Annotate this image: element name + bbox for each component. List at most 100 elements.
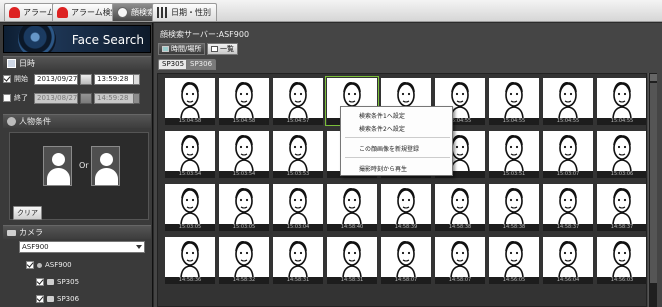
- tree-checkbox[interactable]: [26, 261, 34, 269]
- thumbnail-timestamp: 14:58:38: [435, 224, 485, 231]
- start-time-field[interactable]: 13:59:28: [94, 73, 134, 85]
- face-sketch-icon: [612, 241, 632, 280]
- start-date-field[interactable]: 2013/09/27: [34, 73, 78, 85]
- end-time-field[interactable]: 14:59:28: [94, 92, 134, 104]
- tab-camera-sp305[interactable]: SP305: [158, 59, 189, 70]
- menu-item-play-from-time[interactable]: 撮影時刻から再生: [359, 164, 407, 173]
- thumbnail-timestamp: 15:03:04: [273, 224, 323, 231]
- start-checkbox[interactable]: [3, 75, 11, 83]
- person-condition-box: Or クリア: [9, 132, 149, 220]
- face-sketch-icon: [234, 241, 254, 280]
- face-sketch-icon: [288, 241, 308, 280]
- face-sketch-icon: [504, 241, 524, 280]
- menu-item-set-condition-1[interactable]: 検索条件1へ設定: [359, 111, 405, 120]
- tree-checkbox[interactable]: [36, 295, 44, 303]
- thumbnail-timestamp: 15:04:55: [543, 118, 593, 125]
- thumbnail-timestamp: 14:58:36: [165, 277, 215, 284]
- face-sketch-icon: [504, 82, 524, 121]
- thumbnail-timestamp: 14:58:07: [435, 277, 485, 284]
- tab-time-place-label: 時間/場所: [171, 45, 202, 53]
- thumbnail-timestamp: 15:03:06: [597, 171, 646, 178]
- thumbnail-timestamp: 15:04:58: [219, 118, 269, 125]
- camera-icon: [7, 229, 16, 236]
- person-slot-1[interactable]: [43, 146, 72, 186]
- end-label: 終了: [14, 94, 28, 102]
- tab-camera-sp306[interactable]: SP306: [186, 59, 217, 70]
- face-sketch-icon: [612, 188, 632, 227]
- server-select-value: ASF900: [22, 243, 49, 251]
- scroll-up-icon[interactable]: [650, 74, 657, 81]
- face-sketch-icon: [396, 188, 416, 227]
- face-sketch-icon: [180, 188, 200, 227]
- time-place-icon: [162, 46, 169, 52]
- thumbnail-timestamp: 14:58:40: [327, 224, 377, 231]
- camera-section-title: カメラ: [19, 228, 43, 237]
- start-label: 開始: [14, 75, 28, 83]
- tab-list[interactable]: 一覧: [207, 43, 238, 55]
- thumbnail-timestamp: 15:04:57: [273, 118, 323, 125]
- face-sketch-icon: [342, 241, 362, 280]
- context-menu: 検索条件1へ設定 検索条件2へ設定 この顔画像を新規登録 撮影時刻から再生: [340, 106, 453, 176]
- thumbnail-timestamp: 14:56:03: [597, 277, 646, 284]
- face-sketch-icon: [234, 135, 254, 174]
- tree-item-asf900[interactable]: ASF900: [26, 258, 72, 272]
- face-sketch-icon: [180, 82, 200, 121]
- calendar-icon: [7, 59, 16, 68]
- face-sketch-icon: [234, 188, 254, 227]
- tab-time-place[interactable]: 時間/場所: [158, 43, 206, 55]
- face-sketch-icon: [288, 82, 308, 121]
- tab-stats-label: 日期・性別: [171, 8, 211, 17]
- face-sketch-icon: [450, 188, 470, 227]
- thumbnail-timestamp: 15:03:05: [165, 224, 215, 231]
- thumbnail-timestamp: 15:04:55: [489, 118, 539, 125]
- face-sketch-icon: [396, 241, 416, 280]
- menu-item-set-condition-2[interactable]: 検索条件2へ設定: [359, 124, 405, 133]
- tab-list-label: 一覧: [220, 45, 234, 53]
- face-sketch-icon: [558, 82, 578, 121]
- clear-button[interactable]: クリア: [13, 206, 42, 220]
- tree-item-sp305[interactable]: SP305: [36, 275, 79, 289]
- camera-lens-icon: [18, 26, 56, 52]
- end-row: 終了 2013/08/27 14:59:28: [3, 91, 140, 105]
- end-calendar-button[interactable]: [80, 92, 92, 104]
- face-sketch-icon: [558, 241, 578, 280]
- thumbnail-timestamp: 14:56:05: [489, 277, 539, 284]
- person-section-header: 人物条件: [3, 114, 151, 128]
- thumbnail-timestamp: 15:03:05: [219, 224, 269, 231]
- bar-chart-icon: [157, 7, 168, 18]
- thumbnail-timestamp: 14:58:07: [381, 277, 431, 284]
- end-date-field[interactable]: 2013/08/27: [34, 92, 78, 104]
- thumbnail-timestamp: 15:04:55: [597, 118, 646, 125]
- thumbnail-timestamp: 14:58:38: [489, 224, 539, 231]
- grid-scrollbar[interactable]: [648, 73, 657, 307]
- face-sketch-icon: [450, 241, 470, 280]
- start-calendar-button[interactable]: [80, 73, 92, 85]
- face-sketch-icon: [504, 188, 524, 227]
- server-icon: [37, 262, 42, 268]
- thumbnail-timestamp: 15:03:51: [489, 171, 539, 178]
- end-checkbox[interactable]: [3, 94, 11, 102]
- alarm-icon: [9, 7, 20, 18]
- thumbnail-timestamp: 15:03:53: [273, 171, 323, 178]
- end-time-spinner[interactable]: [134, 92, 140, 104]
- server-select[interactable]: ASF900: [19, 241, 145, 253]
- start-time-spinner[interactable]: [134, 73, 140, 85]
- menu-item-register-face[interactable]: この顔画像を新規登録: [359, 144, 419, 153]
- face-search-icon: [117, 7, 128, 18]
- face-sketch-icon: [288, 188, 308, 227]
- date-section-title: 日時: [19, 59, 35, 68]
- list-icon: [211, 46, 218, 52]
- face-sketch-icon: [612, 135, 632, 174]
- thumbnail-timestamp: 15:04:58: [165, 118, 215, 125]
- tree-item-sp306[interactable]: SP306: [36, 292, 79, 306]
- face-sketch-icon: [342, 188, 362, 227]
- person-pin-icon: [7, 117, 16, 126]
- tree-checkbox[interactable]: [36, 278, 44, 286]
- tab-alarm-label: アラーム: [23, 8, 55, 17]
- face-sketch-icon: [180, 241, 200, 280]
- person-slot-2[interactable]: [91, 146, 120, 186]
- face-sketch-icon: [612, 82, 632, 121]
- scroll-thumb[interactable]: [650, 83, 657, 283]
- or-label: Or: [79, 161, 89, 170]
- tab-stats[interactable]: 日期・性別: [152, 3, 217, 21]
